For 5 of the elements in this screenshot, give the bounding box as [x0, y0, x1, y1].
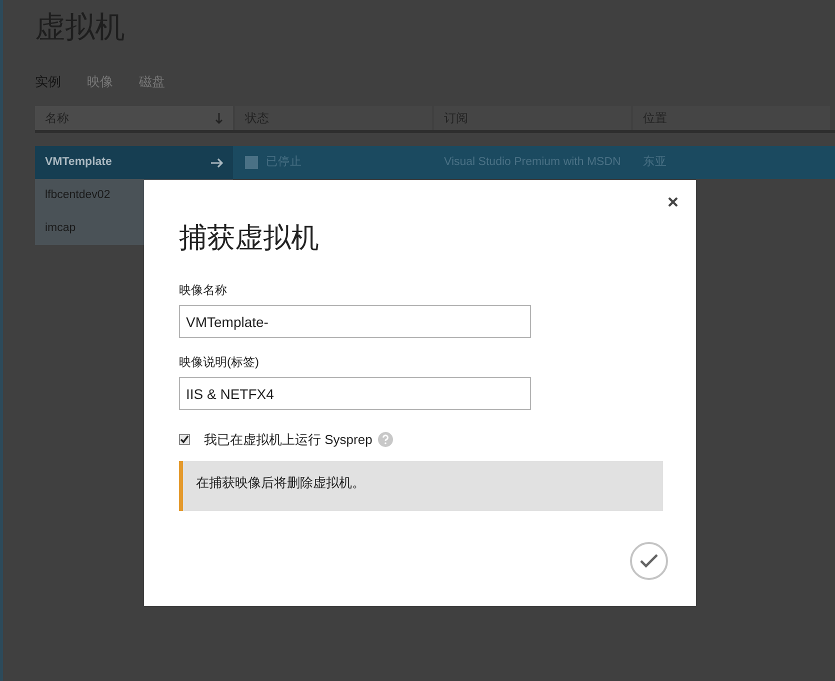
checkbox-label: 我已在虚拟机上运行 Sysprep: [204, 431, 372, 449]
field-label: 映像说明(标签): [179, 354, 259, 370]
field-label: 映像名称: [179, 282, 227, 298]
table-cell: VMTemplate: [35, 146, 233, 179]
notice-text: 在捕获映像后将删除虚拟机。: [196, 474, 365, 490]
